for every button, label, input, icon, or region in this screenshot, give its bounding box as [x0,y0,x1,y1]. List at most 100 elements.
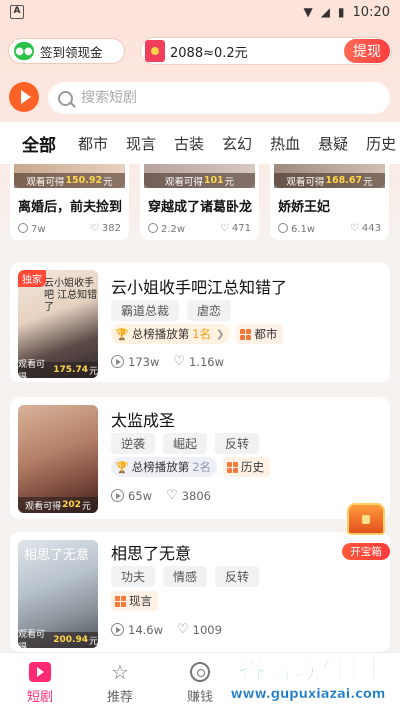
play-count-icon [111,355,124,368]
drama-list-item[interactable]: 观看可得 202 元 太监成圣 逆袭 崛起 反转 🏆 总榜播放第 2名 历史 65w … [10,397,390,519]
search-icon [58,90,73,106]
tag: 崛起 [163,433,208,454]
tag: 反转 [215,566,260,587]
app-logo-icon[interactable] [9,82,39,112]
tag: 情感 [163,566,208,587]
withdraw-button[interactable]: 提现 [344,39,390,63]
status-time: 10:20 [352,4,390,20]
like-icon: ♡ [166,488,178,503]
tag: 反转 [215,433,260,454]
cover-earn-label: 观看可得 202 元 [18,497,98,513]
notification-app-icon: A [10,5,24,19]
genre-badge[interactable]: 现言 [111,591,158,611]
play-count-icon [148,223,158,233]
stats-row: 173w ♡ 1.16w [111,354,224,369]
cover-earn-label: 观看可得 200.94 元 [18,630,98,648]
likes-stat: ♡ 1.16w [173,354,225,369]
search-bar[interactable] [48,82,390,114]
checkin-cash-button[interactable]: ●● 签到领现金 [8,38,125,64]
star-icon: ☆ [111,659,129,684]
views-stat: 173w [111,355,159,369]
grid-card-stats: 7w ♡ 382 [18,223,121,235]
play-count-icon [278,223,288,233]
battery-icon: ▮ [337,5,345,19]
stats-row: 14.6w ♡ 1009 [111,622,222,637]
likes-stat: ♡ 443 [349,223,381,234]
drama-cover[interactable]: 观看可得 202 元 [18,405,98,513]
tag-row: 逆袭 崛起 反转 [111,433,260,454]
treasure-label: 开宝箱 [342,543,390,560]
tab-all[interactable]: 全部 [22,131,56,156]
tab-action[interactable]: 热血 [270,133,300,154]
open-treasure-button[interactable]: 开宝箱 [342,503,392,561]
tag-row: 功夫 情感 反转 [111,566,260,587]
drama-list-item[interactable]: 相思了无意 观看可得 200.94 元 相思了无意 功夫 情感 反转 现言 14.6… [10,532,390,652]
tag-row: 霸道总裁 虐恋 [111,300,232,321]
watermark-url: www.gupuxiazai.com [230,687,386,702]
category-tabs: 全部 都市 现言 古装 玄幻 热血 悬疑 历史 [0,122,400,164]
cover-art-text: 相思了无意 [24,548,90,563]
likes-stat: ♡ 382 [89,223,121,234]
rank-badge[interactable]: 🏆 总榜播放第 1名 ❯ [111,324,231,344]
tag: 逆袭 [111,433,156,454]
grid-card-earn: 观看可得 168.67 元 [274,173,385,188]
coins-balance-text: 2088≈0.2元 [170,45,248,61]
chevron-right-icon: ❯ [216,328,225,340]
nav-item-recommend[interactable]: ☆ 推荐 [80,653,160,712]
wifi-icon: ▼ [303,5,313,19]
nav-label: 推荐 [106,689,133,705]
drama-title: 云小姐收手吧江总知错了 [111,278,288,297]
coins-balance-bar[interactable]: 2088≈0.2元 提现 [140,37,392,65]
drama-list-item[interactable]: 云小姐收手吧 江总知错了 独家 观看可得 175.74 元 云小姐收手吧江总知错了 … [10,262,390,382]
rank-badge[interactable]: 🏆 总榜播放第 2名 [111,457,218,477]
grid-card[interactable]: 观看可得 150.92 元 离婚后，前夫捡到 7w ♡ 382 [10,164,129,240]
genre-badge[interactable]: 都市 [236,324,284,344]
like-icon: ♡ [219,223,229,234]
like-icon: ♡ [89,223,99,234]
tab-fantasy[interactable]: 玄幻 [222,133,252,154]
trophy-icon: 🏆 [115,327,129,341]
play-count-icon [18,223,28,233]
category-grid-icon [115,595,126,607]
tab-modern-romance[interactable]: 现言 [126,133,156,154]
treasure-chest-icon [347,503,385,535]
like-icon: ♡ [173,354,186,369]
grid-card-earn: 观看可得 101 元 [144,173,255,188]
grid-card-cover: 观看可得 168.67 元 [274,164,385,188]
signal-icon: ◢ [320,5,330,19]
grid-card[interactable]: 观看可得 101 元 穿越成了诸葛卧龙 2.2w ♡ 471 [140,164,259,240]
tab-mystery[interactable]: 悬疑 [318,133,348,154]
likes-stat: ♡ 3806 [166,488,211,503]
views-stat: 65w [111,489,152,503]
likes-stat: ♡ 471 [219,223,251,234]
genre-badge[interactable]: 历史 [223,457,271,477]
views-stat: 2.2w [148,223,185,235]
nav-item-short-drama[interactable]: 短剧 [0,653,80,712]
checkin-label: 签到领现金 [40,44,103,60]
grid-card-cover: 观看可得 101 元 [144,164,255,188]
tab-history[interactable]: 历史 [366,133,396,154]
badge-row: 🏆 总榜播放第 2名 历史 [111,457,271,477]
tab-costume[interactable]: 古装 [174,133,204,154]
grid-card-title: 娇娇王妃 [278,200,331,215]
category-grid-icon [240,328,252,340]
grid-card-title: 穿越成了诸葛卧龙 [148,200,253,215]
tag: 虐恋 [187,300,232,321]
drama-title: 相思了无意 [111,544,192,563]
views-stat: 14.6w [111,623,163,637]
play-count-icon [111,489,124,502]
grid-card-title: 离婚后，前夫捡到 [18,200,123,215]
top-cards-row: 观看可得 150.92 元 离婚后，前夫捡到 7w ♡ 382 观看可得 101 元 穿越… [10,164,390,240]
drama-cover[interactable]: 相思了无意 观看可得 200.94 元 [18,540,98,648]
drama-cover[interactable]: 云小姐收手吧 江总知错了 独家 观看可得 175.74 元 [18,270,98,378]
grid-card-stats: 6.1w ♡ 443 [278,223,381,235]
status-right: ▼ ◢ ▮ 10:20 [303,5,390,20]
tab-urban[interactable]: 都市 [78,133,108,154]
like-icon: ♡ [349,223,359,234]
grid-card[interactable]: 观看可得 168.67 元 娇娇王妃 6.1w ♡ 443 [270,164,389,240]
tag: 功夫 [111,566,156,587]
search-input[interactable] [81,90,361,106]
watermark: 谷普软件园 www.gupuxiazai.com [218,655,398,709]
cover-art-text: 云小姐收手吧 江总知错了 [44,278,98,313]
wechat-icon: ●● [14,42,34,60]
